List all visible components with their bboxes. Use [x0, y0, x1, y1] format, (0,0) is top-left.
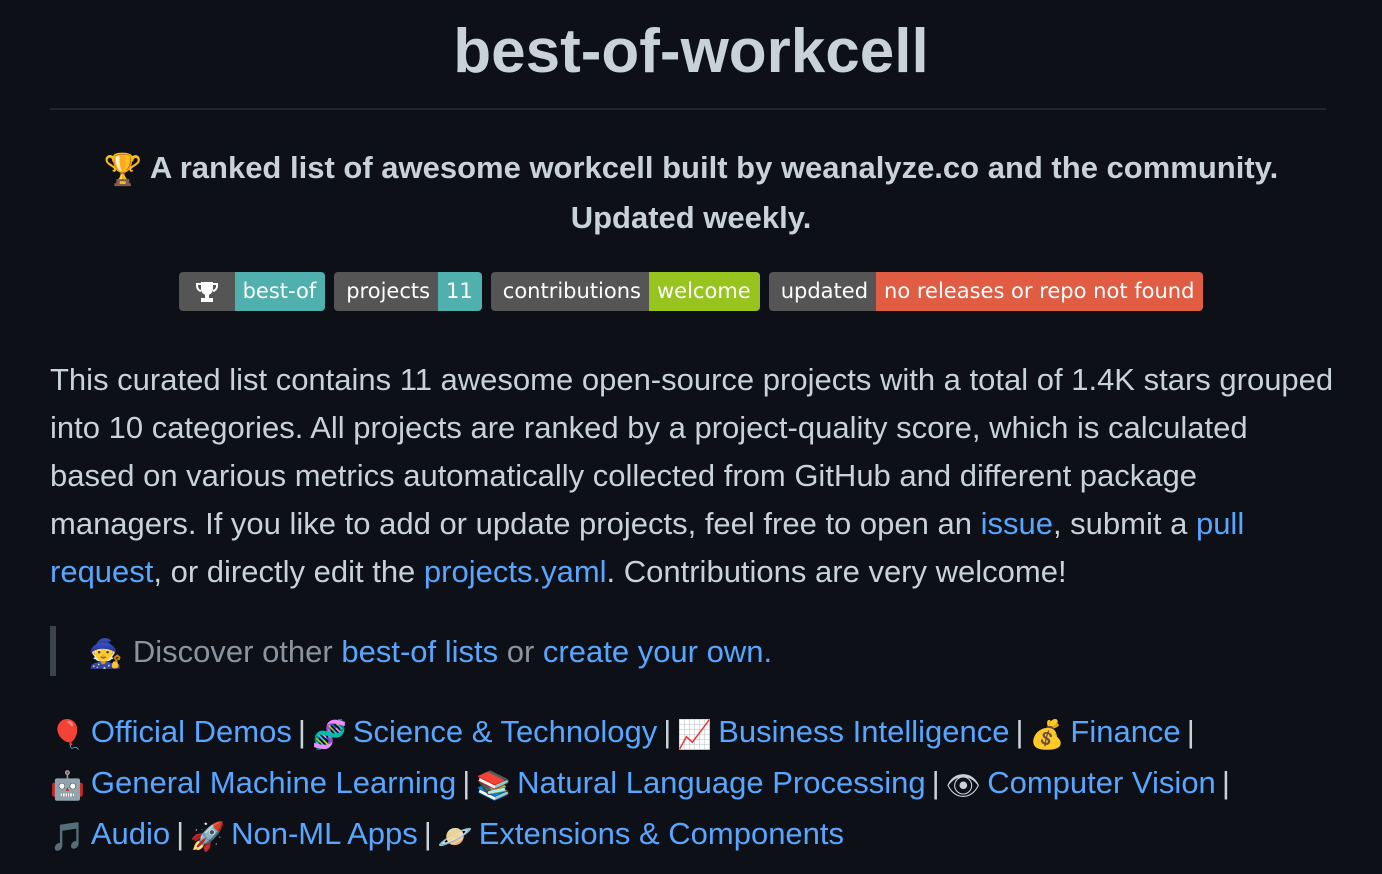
title-divider — [50, 108, 1326, 110]
rocket-icon: 🚀 — [190, 820, 226, 853]
badge-label: contributions — [490, 272, 649, 311]
discover-text: or — [498, 634, 543, 669]
badge-value: best-of — [234, 272, 326, 311]
badge-value: 11 — [438, 272, 482, 311]
badge-value: no releases or repo not found — [876, 272, 1204, 311]
best-of-lists-link[interactable]: best-of lists — [341, 634, 498, 669]
category-nav: 🎈 Official Demos | 🧬 Science & Technology | 📈 B… — [50, 708, 1340, 861]
separator: | — [663, 714, 672, 749]
intro-text: , submit a — [1052, 506, 1196, 541]
category-link-non-ml-apps[interactable]: Non-ML Apps — [231, 816, 418, 851]
tagline: 🏆 A ranked list of awesome workcell buil… — [70, 144, 1312, 242]
create-your-own-link[interactable]: create your own — [543, 634, 764, 669]
projects-yaml-link[interactable]: projects.yaml — [424, 554, 607, 589]
badge-value: welcome — [649, 272, 760, 311]
books-icon: 📚 — [476, 769, 512, 802]
category-link-finance[interactable]: Finance — [1070, 714, 1180, 749]
discover-text: Discover other — [132, 634, 342, 669]
discover-blockquote: 🧙 Discover other best-of lists or create … — [50, 626, 772, 676]
money-bag-icon: 💰 — [1029, 718, 1065, 751]
separator: | — [1221, 765, 1230, 800]
category-link-extensions-components[interactable]: Extensions & Components — [479, 816, 844, 851]
robot-icon: 🤖 — [50, 769, 85, 802]
separator: | — [462, 765, 471, 800]
separator: | — [297, 714, 306, 749]
intro-text: , or directly edit the — [153, 554, 424, 589]
separator: | — [1186, 714, 1195, 749]
ringed-planet-icon: 🪐 — [437, 820, 473, 853]
wizard-icon: 🧙 — [88, 636, 123, 670]
category-link-nlp[interactable]: Natural Language Processing — [517, 765, 925, 800]
intro-paragraph: This curated list contains 11 awesome op… — [50, 356, 1340, 596]
dna-icon: 🧬 — [311, 718, 347, 751]
category-link-science-technology[interactable]: Science & Technology — [353, 714, 657, 749]
tagline-text: A ranked list of awesome workcell built … — [149, 150, 1279, 235]
badge-row: best-of projects 11 contributions welcom… — [0, 272, 1382, 311]
badge-contributions[interactable]: contributions welcome — [490, 272, 760, 311]
badge-label: projects — [334, 272, 439, 311]
category-link-general-ml[interactable]: General Machine Learning — [91, 765, 456, 800]
badge-updated[interactable]: updated no releases or repo not found — [768, 272, 1204, 311]
badge-projects[interactable]: projects 11 — [334, 272, 482, 311]
category-link-audio[interactable]: Audio — [91, 816, 170, 851]
badge-best-of[interactable]: best-of — [178, 272, 326, 311]
music-note-icon: 🎵 — [50, 820, 85, 853]
issue-link[interactable]: issue — [981, 506, 1053, 541]
separator: | — [931, 765, 940, 800]
badge-label: updated — [768, 272, 877, 311]
trophy-icon — [178, 272, 235, 311]
separator: | — [176, 816, 185, 851]
category-link-computer-vision[interactable]: Computer Vision — [987, 765, 1216, 800]
eye-icon: 👁 — [945, 769, 982, 802]
intro-text: . Contributions are very welcome! — [606, 554, 1067, 589]
page-title: best-of-workcell — [453, 17, 929, 86]
category-link-official-demos[interactable]: Official Demos — [91, 714, 292, 749]
chart-increasing-icon: 📈 — [677, 718, 713, 751]
category-link-business-intelligence[interactable]: Business Intelligence — [718, 714, 1009, 749]
balloon-icon: 🎈 — [50, 718, 85, 751]
discover-suffix: . — [763, 634, 773, 669]
separator: | — [423, 816, 432, 851]
separator: | — [1015, 714, 1024, 749]
trophy-icon: 🏆 — [103, 151, 143, 188]
